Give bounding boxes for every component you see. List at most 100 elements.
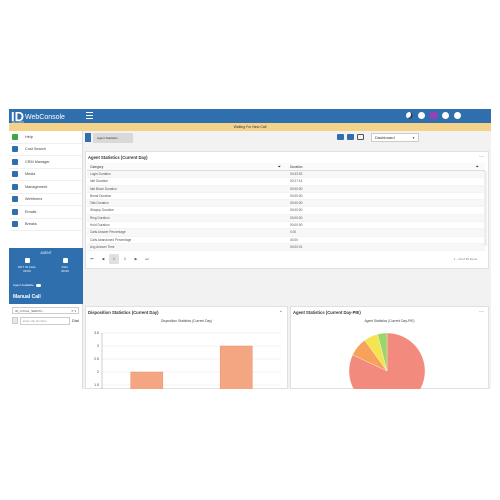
pie-card: Agent Statistics (Current Day-PIE) … Age… xyxy=(290,306,489,389)
y-tick-label: 3 xyxy=(97,344,99,348)
availability-toggle[interactable]: Agent Available xyxy=(13,283,41,287)
sidebar-item-label: Help xyxy=(25,134,33,139)
sidebar-item[interactable]: Breaks xyxy=(9,219,82,231)
table-cell: Calls Answer Percentage xyxy=(90,230,126,235)
table-row[interactable]: Idle Duration 00:27:14 xyxy=(87,178,485,186)
sidebar-item-label: Media xyxy=(25,172,36,177)
dashboard-select[interactable]: Dashboard ▼ xyxy=(371,133,419,142)
table-cell: Wrapup Duration xyxy=(90,208,115,213)
more-icon[interactable]: … xyxy=(479,308,484,314)
fullscreen-icon[interactable] xyxy=(357,134,364,140)
card-title: Agent Statistics (Current Day-PIE) xyxy=(293,310,361,315)
table-cell: Break Duration xyxy=(90,193,112,198)
column-header[interactable]: Category ⏷ xyxy=(87,163,287,170)
table-cell: Idle Duration xyxy=(90,179,109,184)
phone-icon xyxy=(12,171,18,178)
sidebar-item[interactable]: CRM Manager xyxy=(9,156,82,169)
bar xyxy=(130,371,164,389)
sidebar-item[interactable]: Emails xyxy=(9,206,82,219)
sidebar-item[interactable]: Management xyxy=(9,181,82,194)
pause-icon xyxy=(12,221,18,228)
table-row[interactable]: Calls Answer Percentage 0.00 xyxy=(87,229,485,237)
toggle-switch[interactable] xyxy=(35,283,41,287)
table-row[interactable]: Calls Abandoned Percentage 40.00 xyxy=(87,237,485,244)
table-cell: 0.00 xyxy=(290,230,297,235)
status-banner: Waiting For New Call xyxy=(9,123,491,131)
top-bar: ID WebConsole CLOUD xyxy=(9,109,491,124)
sidebar-item-label: Webforms xyxy=(25,197,43,202)
disposition-card: Disposition Statistics (Current Day) ⌄ D… xyxy=(85,306,288,389)
sidebar-item[interactable]: Webforms xyxy=(9,194,82,206)
campaign-select[interactable]: ID_LOCAL_SERVIC... ✕ ▾ xyxy=(12,307,79,314)
table-cell: 00:27:14 xyxy=(290,179,303,184)
column-header[interactable]: Duration ⏷ xyxy=(287,163,485,170)
table-row[interactable]: Idle Block Duration 00:00:00 xyxy=(87,185,485,193)
table-cell: 00:00:00 xyxy=(290,201,303,206)
logo: ID WebConsole CLOUD xyxy=(11,109,65,124)
pagination-info: 1 - 10 of 25 items xyxy=(453,257,477,261)
table-row[interactable]: Break Duration 00:00:00 xyxy=(87,193,485,201)
sidebar-item-label: Emails xyxy=(25,209,37,214)
settings-icon[interactable] xyxy=(442,112,449,119)
card-title: Disposition Statistics (Current Day) xyxy=(88,310,159,315)
user-icon[interactable] xyxy=(430,112,437,119)
chevron-down-icon[interactable]: ⌄ xyxy=(279,308,283,314)
page-button[interactable]: 1 xyxy=(109,254,119,264)
first-page-button[interactable]: ⏮ xyxy=(87,254,97,264)
table-row[interactable]: Avg Answer Time 00:00:01 xyxy=(87,243,485,252)
page-button[interactable]: 2 xyxy=(120,254,130,264)
table-cell: 00:00:00 xyxy=(290,186,303,191)
table-cell: Hold Duration xyxy=(90,223,110,228)
sidebar-item[interactable]: Media xyxy=(9,169,82,181)
agent-statistics-card: Agent Statistics (Current Day) … Categor… xyxy=(85,151,489,269)
tab-agent-statistics[interactable]: Agent Statistics xyxy=(93,133,133,143)
user-icon xyxy=(12,158,18,165)
chevron-down-icon[interactable]: ✕ ▾ xyxy=(71,308,76,314)
table-row[interactable]: Wrapup Duration 00:00:00 xyxy=(87,207,485,215)
manual-call-header: Manual Call xyxy=(9,290,83,304)
bar-chart: 3.5 3 2.5 2 1.5 xyxy=(94,331,281,389)
filter-icon[interactable]: ⏷ xyxy=(278,163,281,171)
y-tick-label: 1.5 xyxy=(94,383,99,387)
more-icon[interactable]: … xyxy=(479,153,484,159)
gear-icon xyxy=(12,183,18,190)
not-in-call-stat: NOT IN CALL 00:00 xyxy=(12,258,42,273)
prev-page-button[interactable]: ◀ xyxy=(98,254,108,264)
bar xyxy=(219,345,253,389)
sidebar-item-label: CRM Manager xyxy=(25,159,50,164)
pie-chart xyxy=(348,332,426,389)
table-row[interactable]: Hold Duration 00:00:00 xyxy=(87,222,485,230)
sidebar-item[interactable]: Help xyxy=(9,131,82,144)
table-cell: 00:33:52 xyxy=(290,172,303,176)
mail-icon xyxy=(12,208,18,215)
phone-number-input[interactable]: Enter the Number xyxy=(20,317,70,325)
dial-button[interactable]: Dial xyxy=(72,317,82,325)
toolbar: Agent Statistics Dashboard ▼ xyxy=(83,131,491,145)
table-row[interactable]: Talk Duration 00:00:00 xyxy=(87,200,485,208)
layout-icon[interactable] xyxy=(337,134,344,140)
power-icon[interactable] xyxy=(454,112,461,119)
agent-panel-title: AGENT xyxy=(40,251,52,255)
table-cell: 40.00 xyxy=(290,237,298,242)
scrollbar[interactable] xyxy=(484,171,487,246)
refresh-icon[interactable] xyxy=(418,112,425,119)
table-row[interactable]: Ring Duration 00:00:00 xyxy=(87,214,485,223)
filter-icon[interactable]: ⏷ xyxy=(476,163,479,171)
add-widget-icon[interactable] xyxy=(347,134,354,140)
sidebar-item[interactable]: Cust Search xyxy=(9,144,82,156)
table-cell: Talk Duration xyxy=(90,201,109,206)
user-icon xyxy=(24,258,30,263)
table-row[interactable]: Login Duration 00:33:52 xyxy=(87,171,485,179)
next-page-button[interactable]: ▶ xyxy=(131,254,141,264)
menu-icon[interactable] xyxy=(86,112,93,119)
agent-panel: AGENT NOT IN CALL 00:00 DIAL 00:00 Agent… xyxy=(9,248,83,290)
table-cell: 00:00:00 xyxy=(290,193,303,198)
last-page-button[interactable]: ⏭ xyxy=(142,254,152,264)
table-cell: Login Duration xyxy=(90,172,111,176)
table-cell: Calls Abandoned Percentage xyxy=(90,237,132,242)
country-flag-select[interactable] xyxy=(12,317,18,324)
table-cell: 00:00:00 xyxy=(290,223,303,228)
moon-icon[interactable] xyxy=(406,112,413,119)
sidebar-item-label: Management xyxy=(25,184,48,189)
statistics-table: Category ⏷ Duration ⏷ Login Duration 00:33:… xyxy=(87,163,485,252)
